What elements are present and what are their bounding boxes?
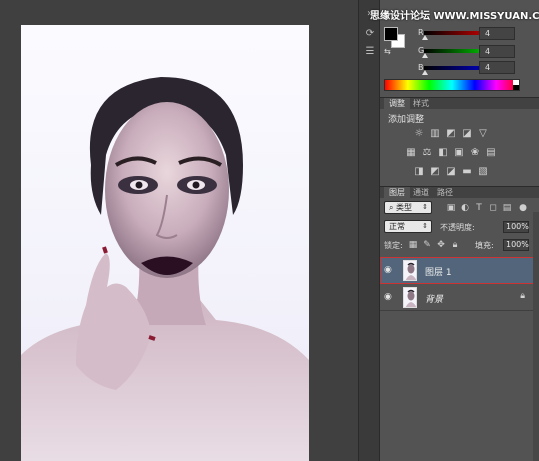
chevron-down-icon: ⇕ — [422, 222, 428, 230]
channel-thumb-r[interactable] — [422, 35, 428, 40]
selective-color-icon[interactable]: ▧ — [478, 167, 488, 177]
filter-shape-icon[interactable]: ◻ — [488, 203, 498, 213]
layer-thumbnail — [403, 287, 417, 308]
levels-icon[interactable]: ▥ — [430, 129, 440, 139]
layers-scrollbar[interactable] — [533, 212, 539, 461]
threshold-icon[interactable]: ◪ — [446, 167, 456, 177]
lock-all-icon[interactable]: 🔒︎ — [450, 240, 460, 250]
panels-dock: ⇆ R 4 G 4 B 4 调整 样式 添加调整 ☼ ▥ ◩ ◪ ▽ ▦ ⚖ ◧… — [380, 0, 539, 461]
black-white-ramp[interactable] — [513, 80, 519, 90]
layers-toolbar: ⌕ 类型 ⇕ ▣ ◐ T ◻ ▤ ● 正常 ⇕ 不透明度: 100% 锁定: ▦… — [380, 198, 539, 266]
layer-thumbnail-portrait — [405, 262, 416, 280]
hue-icon[interactable]: ▦ — [406, 148, 416, 158]
posterize-icon[interactable]: ◩ — [430, 167, 440, 177]
color-spectrum-bar[interactable] — [384, 79, 520, 91]
tab-styles[interactable]: 样式 — [408, 98, 434, 110]
invert-icon[interactable]: ◨ — [414, 167, 424, 177]
layer-row[interactable]: ◉ 图层 1 — [380, 257, 539, 284]
search-icon: ⌕ — [389, 203, 397, 212]
eye-icon[interactable]: ◉ — [384, 266, 396, 275]
blend-mode-value: 正常 — [389, 222, 405, 231]
photo-filter-icon[interactable]: ▣ — [454, 148, 464, 158]
layer-filter-value: 类型 — [396, 203, 413, 212]
lock-icon: 🔒︎ — [520, 291, 525, 301]
document-canvas[interactable] — [21, 25, 309, 461]
channel-input-b[interactable]: 4 — [479, 61, 515, 74]
watermark-text: 思缘设计论坛 WWW.MISSYUAN.COM — [370, 11, 539, 22]
lock-image-icon[interactable]: ✎ — [422, 240, 432, 250]
layers-tabbar: 图层 通道 路径 — [380, 186, 539, 199]
exposure-icon[interactable]: ◪ — [462, 129, 472, 139]
color-panel: ⇆ R 4 G 4 B 4 — [380, 18, 539, 96]
filter-smart-object-icon[interactable]: ▤ — [502, 203, 512, 213]
tab-adjustments[interactable]: 调整 — [384, 98, 410, 110]
lock-transparency-icon[interactable]: ▦ — [408, 240, 418, 250]
eye-icon[interactable]: ◉ — [384, 293, 396, 302]
fill-input[interactable]: 100% — [503, 239, 529, 251]
swap-colors-icon[interactable]: ⇆ — [384, 47, 396, 57]
filter-toggle-icon[interactable]: ● — [518, 203, 528, 213]
channel-input-r[interactable]: 4 — [479, 27, 515, 40]
properties-icon[interactable]: ☰ — [364, 46, 376, 57]
chevron-down-icon: ⇕ — [422, 203, 428, 211]
opacity-label: 不透明度: — [440, 223, 475, 232]
fill-label: 填充: — [475, 241, 494, 250]
color-lookup-icon[interactable]: ▤ — [486, 148, 496, 158]
color-balance-icon[interactable]: ⚖ — [422, 148, 432, 158]
adjustments-title: 添加调整 — [388, 115, 425, 125]
adjustments-tabbar: 调整 样式 — [380, 97, 539, 110]
channel-thumb-b[interactable] — [422, 70, 428, 75]
vibrance-icon[interactable]: ▽ — [478, 129, 488, 139]
blend-mode-select[interactable]: 正常 ⇕ — [384, 220, 432, 233]
collapsed-panel-strip[interactable]: » ⟳ ☰ — [358, 0, 380, 461]
lock-label: 锁定: — [384, 241, 403, 250]
lock-position-icon[interactable]: ✥ — [436, 240, 446, 250]
layer-filter-select[interactable]: ⌕ 类型 ⇕ — [384, 201, 432, 214]
portrait-photo — [21, 77, 309, 461]
black-white-icon[interactable]: ◧ — [438, 148, 448, 158]
layer-thumbnail — [403, 260, 417, 281]
layer-name[interactable]: 背景 — [425, 292, 443, 305]
history-icon[interactable]: ⟳ — [364, 28, 376, 39]
filter-adjustment-icon[interactable]: ◐ — [460, 203, 470, 213]
channel-mixer-icon[interactable]: ❀ — [470, 148, 480, 158]
opacity-input[interactable]: 100% — [503, 221, 529, 233]
gradient-map-icon[interactable]: ▬ — [462, 167, 472, 177]
canvas-area[interactable] — [0, 0, 358, 461]
filter-type-icon[interactable]: T — [474, 203, 484, 213]
filter-pixel-icon[interactable]: ▣ — [446, 203, 456, 213]
channel-thumb-g[interactable] — [422, 53, 428, 58]
channel-input-g[interactable]: 4 — [479, 45, 515, 58]
layer-thumbnail-portrait — [405, 289, 416, 307]
foreground-color-swatch[interactable] — [384, 27, 398, 41]
curves-icon[interactable]: ◩ — [446, 129, 456, 139]
layer-name[interactable]: 图层 1 — [425, 265, 452, 278]
brightness-icon[interactable]: ☼ — [414, 129, 424, 139]
layer-row[interactable]: ◉ 背景 🔒︎ — [380, 284, 539, 311]
